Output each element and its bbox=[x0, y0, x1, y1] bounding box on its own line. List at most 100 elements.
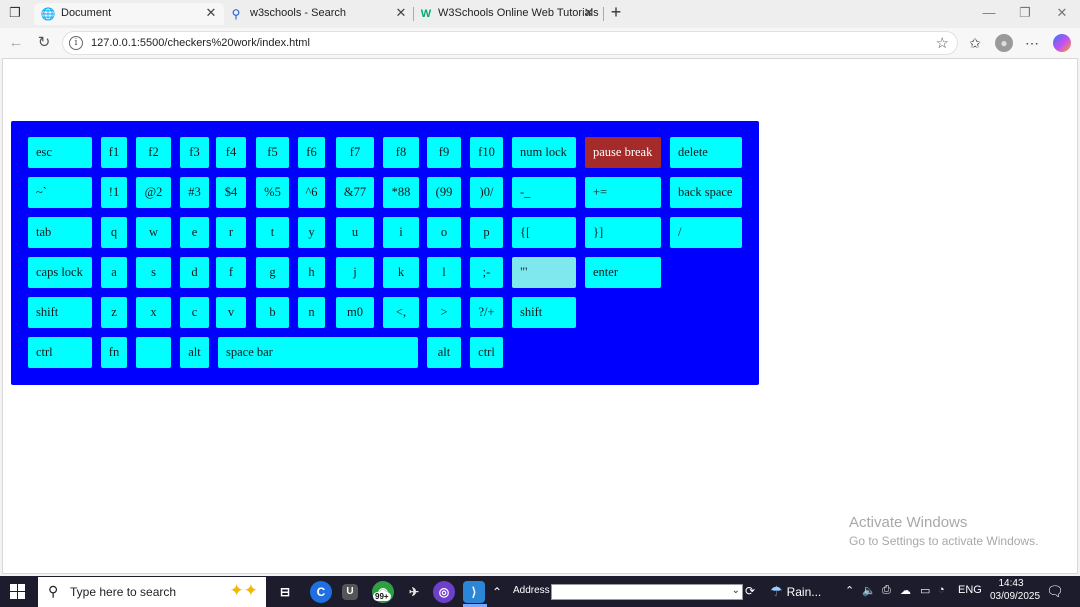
key-l[interactable]: l bbox=[427, 257, 461, 288]
key-f9[interactable]: f9 bbox=[427, 137, 461, 168]
tab-document[interactable]: 🌐 Document ✕ bbox=[34, 3, 224, 25]
key-symbol-1-12[interactable]: += bbox=[585, 177, 661, 208]
key-alt[interactable]: alt bbox=[180, 337, 209, 368]
key-q[interactable]: q bbox=[101, 217, 127, 248]
key-symbol-3-10[interactable]: ;- bbox=[470, 257, 503, 288]
notification-center-icon[interactable]: 🗨 bbox=[1046, 583, 1064, 600]
tab-w3schools-search[interactable]: ⚲ w3schools - Search ✕ bbox=[228, 3, 410, 25]
key-u[interactable]: u bbox=[336, 217, 374, 248]
key-r[interactable]: r bbox=[216, 217, 246, 248]
weather-widget[interactable]: ☂ Rain... bbox=[770, 583, 821, 600]
key-f8[interactable]: f8 bbox=[383, 137, 419, 168]
minimize-icon[interactable]: — bbox=[979, 4, 999, 22]
key-ctrl[interactable]: ctrl bbox=[470, 337, 503, 368]
address-go-icon[interactable]: ⟳ bbox=[745, 584, 755, 598]
key-4[interactable]: $4 bbox=[216, 177, 246, 208]
key-esc[interactable]: esc bbox=[28, 137, 92, 168]
key-f[interactable]: f bbox=[216, 257, 246, 288]
key-z[interactable]: z bbox=[101, 297, 127, 328]
key-ctrl[interactable]: ctrl bbox=[28, 337, 92, 368]
key-f10[interactable]: f10 bbox=[470, 137, 503, 168]
key-o[interactable]: o bbox=[427, 217, 461, 248]
profile-avatar[interactable]: ● bbox=[995, 34, 1013, 52]
key-f5[interactable]: f5 bbox=[256, 137, 289, 168]
key-f6[interactable]: f6 bbox=[298, 137, 325, 168]
paint-icon[interactable]: ✈ bbox=[403, 581, 425, 603]
info-icon[interactable]: i bbox=[69, 36, 83, 50]
close-tab-icon[interactable]: ✕ bbox=[582, 6, 596, 20]
key-s[interactable]: s bbox=[136, 257, 171, 288]
more-menu-icon[interactable]: ⋯ bbox=[1022, 33, 1042, 53]
key-3[interactable]: #3 bbox=[180, 177, 209, 208]
key-2[interactable]: @2 bbox=[136, 177, 171, 208]
key-99[interactable]: (99 bbox=[427, 177, 461, 208]
key-v[interactable]: v bbox=[216, 297, 246, 328]
key-num-lock[interactable]: num lock bbox=[512, 137, 576, 168]
restore-icon[interactable]: ❐ bbox=[1015, 4, 1035, 22]
key-i[interactable]: i bbox=[383, 217, 419, 248]
key-symbol-4-10[interactable]: ?/+ bbox=[470, 297, 503, 328]
key-f3[interactable]: f3 bbox=[180, 137, 209, 168]
key-fn[interactable]: fn bbox=[101, 337, 127, 368]
back-icon[interactable]: ← bbox=[6, 33, 26, 53]
key-6[interactable]: ^6 bbox=[298, 177, 325, 208]
key-1[interactable]: !1 bbox=[101, 177, 127, 208]
key-5[interactable]: %5 bbox=[256, 177, 289, 208]
refresh-icon[interactable]: ↻ bbox=[34, 33, 54, 53]
key-h[interactable]: h bbox=[298, 257, 325, 288]
key-symbol-1-0[interactable]: ~` bbox=[28, 177, 92, 208]
close-tab-icon[interactable]: ✕ bbox=[394, 6, 408, 20]
volume-icon[interactable]: 🔈 bbox=[862, 584, 876, 597]
meet-now-icon[interactable]: ⎙ bbox=[882, 584, 891, 597]
address-toolbar-input[interactable]: ⌄ bbox=[551, 584, 743, 600]
task-view-icon[interactable]: ⊟ bbox=[274, 581, 296, 603]
key-symbol-2-11[interactable]: {[ bbox=[512, 217, 576, 248]
tab-w3schools[interactable]: W W3Schools Online Web Tutorials ✕ bbox=[416, 3, 602, 25]
favorite-star-icon[interactable]: ☆ bbox=[936, 34, 949, 52]
chevron-down-icon[interactable]: ⌄ bbox=[732, 585, 740, 596]
key-k[interactable]: k bbox=[383, 257, 419, 288]
system-clock[interactable]: 14:43 03/09/2025 bbox=[990, 577, 1040, 603]
key-x[interactable]: x bbox=[136, 297, 171, 328]
new-tab-button[interactable]: + bbox=[606, 3, 626, 23]
key-symbol-2-13[interactable]: / bbox=[670, 217, 742, 248]
windows-start-icon[interactable] bbox=[10, 584, 25, 599]
key-symbol-4-9[interactable]: > bbox=[427, 297, 461, 328]
key-delete[interactable]: delete bbox=[670, 137, 742, 168]
close-window-icon[interactable]: ✕ bbox=[1052, 4, 1072, 22]
key-space-bar[interactable]: space bar bbox=[218, 337, 418, 368]
key-y[interactable]: y bbox=[298, 217, 325, 248]
key-blank[interactable] bbox=[136, 337, 171, 368]
copilot-icon[interactable] bbox=[1053, 34, 1071, 52]
github-icon[interactable]: ◎ bbox=[433, 581, 455, 603]
key-w[interactable]: w bbox=[136, 217, 171, 248]
key-f7[interactable]: f7 bbox=[336, 137, 374, 168]
key-pause-break[interactable]: pause break bbox=[585, 137, 661, 168]
key-t[interactable]: t bbox=[256, 217, 289, 248]
chevron-up-icon[interactable]: ⌃ bbox=[491, 581, 503, 603]
key-symbol-4-8[interactable]: <, bbox=[383, 297, 419, 328]
url-field[interactable]: i 127.0.0.1:5500/checkers%20work/index.h… bbox=[62, 31, 958, 55]
key-n[interactable]: n bbox=[298, 297, 325, 328]
key-f2[interactable]: f2 bbox=[136, 137, 171, 168]
tab-actions-icon[interactable]: ❐ bbox=[6, 5, 24, 21]
key-shift[interactable]: shift bbox=[28, 297, 92, 328]
key-88[interactable]: *88 bbox=[383, 177, 419, 208]
key-p[interactable]: p bbox=[470, 217, 503, 248]
key-g[interactable]: g bbox=[256, 257, 289, 288]
key-enter[interactable]: enter bbox=[585, 257, 661, 288]
key-e[interactable]: e bbox=[180, 217, 209, 248]
key-j[interactable]: j bbox=[336, 257, 374, 288]
close-tab-icon[interactable]: ✕ bbox=[204, 6, 218, 20]
key-c[interactable]: c bbox=[180, 297, 209, 328]
edge-browser-icon[interactable]: C bbox=[310, 581, 332, 603]
chevron-up-icon[interactable]: ⌃ bbox=[845, 584, 854, 597]
language-indicator[interactable]: ENG bbox=[958, 584, 982, 596]
key-shift[interactable]: shift bbox=[512, 297, 576, 328]
key-77[interactable]: &77 bbox=[336, 177, 374, 208]
network-icon[interactable]: ◔ bbox=[938, 584, 945, 596]
key-d[interactable]: d bbox=[180, 257, 209, 288]
key-tab[interactable]: tab bbox=[28, 217, 92, 248]
key-alt[interactable]: alt bbox=[427, 337, 461, 368]
key-symbol-3-11[interactable]: "' bbox=[512, 257, 576, 288]
